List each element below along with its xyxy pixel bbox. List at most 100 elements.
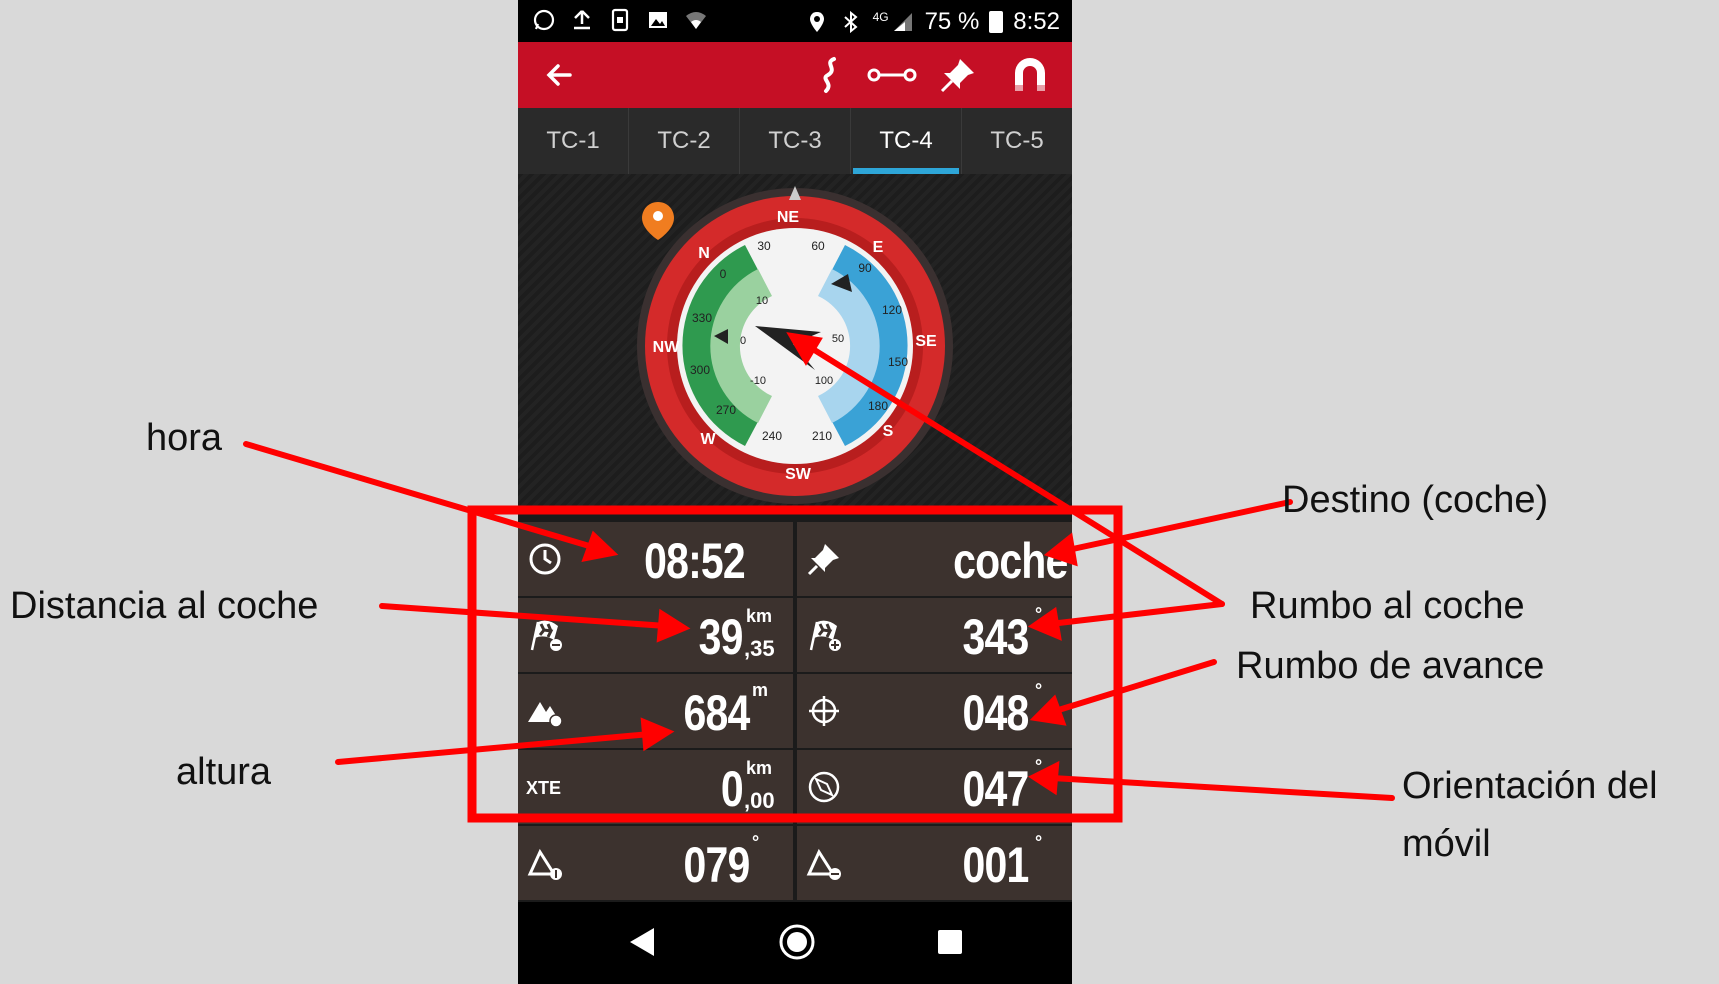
ascent-a-cell[interactable]: 079 ° [518,826,793,900]
ascent-a-value: 079 [683,837,750,893]
navigation-bar [518,902,1072,984]
destination-value: coche [953,533,1069,589]
magnet-icon[interactable] [1010,55,1050,95]
course-value: 048 [962,685,1029,741]
altitude-unit: m [752,680,769,700]
ascent-a-unit: ° [752,832,760,852]
label-rumbo-avance: Rumbo de avance [1236,645,1545,687]
time-value: 08:52 [644,533,746,589]
battery-icon [989,11,1004,33]
whatsapp-icon [533,9,555,31]
degree-330: 330 [692,311,712,325]
degree-300: 300 [690,363,710,377]
ascent-b-cell[interactable]: 001 ° [797,826,1072,900]
phone-screen: 4G 75 % 8:52 TC-1 TC-2 TC-3 TC-4 TC-5 NE… [518,0,1072,984]
degree-120: 120 [882,303,902,317]
pushpin-icon[interactable] [938,55,978,95]
tab-tc-5[interactable]: TC-5 [962,108,1072,174]
route-icon[interactable] [810,55,850,95]
degree-180: 180 [868,399,888,413]
data-grid: 08:52 coche 39 km ,35 343 ° 684 m 048 ° [518,522,1072,902]
bluetooth-icon [843,10,858,34]
degree-0: 0 [720,267,727,281]
label-altura: altura [176,751,272,793]
back-triangle-icon[interactable] [624,924,660,960]
altitude-cell[interactable]: 684 m [518,674,793,748]
bearing-unit: ° [1035,604,1043,624]
left-scale-neg10: -10 [750,375,766,387]
degree-240: 240 [762,429,782,443]
arrow-orientacion [1049,775,1395,801]
degree-60: 60 [811,239,825,253]
distance-unit: km [746,606,773,626]
back-arrow-icon[interactable] [540,55,580,95]
cardinal-w: W [700,431,716,448]
network-type: 4G [872,10,889,24]
right-scale-100: 100 [815,375,833,387]
tab-tc-1[interactable]: TC-1 [518,108,629,174]
segment-icon[interactable] [866,55,918,95]
crosshair-icon [809,696,839,726]
status-bar: 4G 75 % 8:52 [518,0,1072,42]
cardinal-e: E [873,239,884,256]
destination-cell[interactable]: coche [797,522,1072,596]
altitude-value: 684 [683,685,750,741]
destination-marker-icon [642,202,674,240]
tab-tc-3[interactable]: TC-3 [740,108,851,174]
recents-square-icon[interactable] [934,926,966,958]
label-hora: hora [146,417,223,459]
heading-unit: ° [1035,756,1043,776]
label-distancia: Distancia al coche [10,585,319,627]
degree-30: 30 [757,239,771,253]
location-pin-icon [809,12,824,32]
tab-tc-2[interactable]: TC-2 [629,108,740,174]
course-unit: ° [1035,680,1043,700]
bearing-cell[interactable]: 343 ° [797,598,1072,672]
distance-cell[interactable]: 39 km ,35 [518,598,793,672]
distance-decimal: ,35 [744,636,775,661]
slope-up-icon [527,848,562,880]
xte-decimal: ,00 [744,788,775,813]
ascent-b-value: 001 [962,837,1029,893]
cardinal-nw: NW [653,339,681,356]
finish-flag-plus-icon [809,620,841,651]
xte-label: XTE [526,778,562,798]
arrow-destino [1065,499,1293,553]
label-orientacion-2: móvil [1402,823,1491,865]
home-circle-icon[interactable] [777,922,817,962]
tab-tc-4[interactable]: TC-4 [851,108,962,174]
compass-dial: NE E SE S SW W NW N 30 60 90 120 150 180… [637,186,953,504]
compass-panel: NE E SE S SW W NW N 30 60 90 120 150 180… [518,174,1072,508]
upload-icon [574,10,590,30]
status-time: 8:52 [1013,8,1060,35]
image-icon [649,12,667,28]
xte-cell[interactable]: XTE 0 km ,00 [518,750,793,824]
finish-flag-minus-icon [530,620,562,651]
course-cell[interactable]: 048 ° [797,674,1072,748]
left-scale-10: 10 [756,295,768,307]
battery-level: 75 % [924,8,980,35]
slope-down-icon [806,848,841,880]
time-cell[interactable]: 08:52 [518,522,793,596]
label-destino: Destino (coche) [1282,479,1549,521]
wifi-icon [686,12,706,29]
cardinal-n: N [698,245,710,262]
degree-90: 90 [858,261,872,275]
degree-270: 270 [716,403,736,417]
tab-bar: TC-1 TC-2 TC-3 TC-4 TC-5 [518,108,1072,174]
signal-icon [893,13,912,31]
degree-210: 210 [812,429,832,443]
degree-150: 150 [888,355,908,369]
clock-icon [529,543,561,575]
phone-lock-icon [611,8,629,32]
xte-unit: km [746,758,773,778]
cardinal-ne: NE [777,209,800,226]
right-scale-50: 50 [832,333,844,345]
distance-integer: 39 [699,609,744,665]
bearing-value: 343 [962,609,1029,665]
label-orientacion-1: Orientación del [1402,765,1658,807]
cardinal-s: S [883,423,894,440]
heading-cell[interactable]: 047 ° [797,750,1072,824]
app-bar [518,42,1072,108]
cardinal-sw: SW [785,466,812,483]
